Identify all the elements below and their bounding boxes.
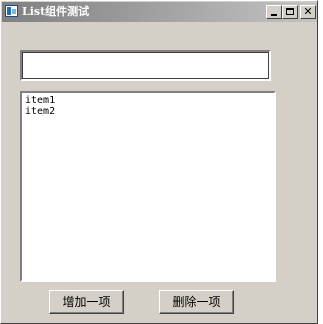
delete-item-button[interactable]: 删除一项 [159, 290, 234, 314]
maximize-button[interactable] [282, 5, 298, 19]
close-button[interactable]: ✕ [300, 5, 316, 19]
maximize-icon [286, 8, 294, 15]
list-item[interactable]: item1 [25, 95, 55, 106]
app-window: List组件测试 ✕ item1 item2 增加一项 删除一项 [0, 0, 318, 324]
minimize-icon [271, 14, 277, 16]
close-icon: ✕ [303, 5, 313, 18]
window-title: List组件测试 [22, 5, 90, 18]
add-item-button[interactable]: 增加一项 [49, 290, 124, 314]
title-bar[interactable]: List组件测试 ✕ [2, 2, 317, 22]
list-item[interactable]: item2 [25, 106, 55, 117]
app-window-icon [5, 5, 18, 17]
items-list[interactable]: item1 item2 [20, 91, 276, 282]
minimize-button[interactable] [266, 5, 282, 19]
item-text-field[interactable] [20, 50, 271, 81]
